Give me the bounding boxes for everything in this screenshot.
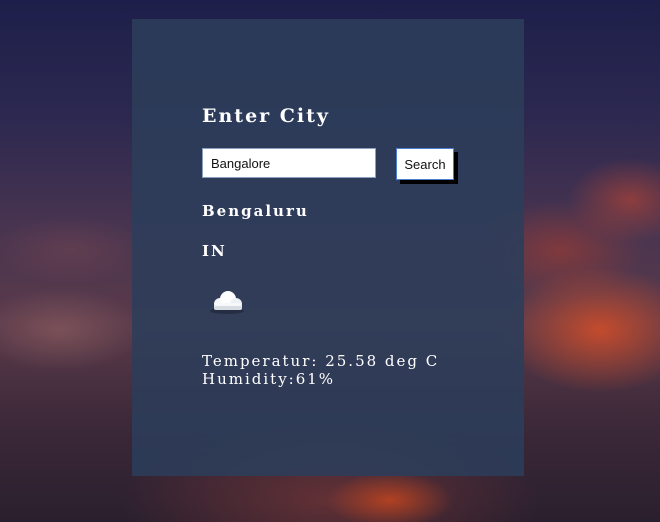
weather-panel: Enter City Search Bengaluru IN Temperatu… (132, 19, 524, 476)
humidity-text: Humidity:61% (202, 370, 336, 388)
weather-stats: Temperatur: 25.58 deg C Humidity:61% (202, 352, 439, 388)
enter-city-heading: Enter City (202, 105, 330, 127)
temperature-text: Temperatur: 25.58 deg C (202, 352, 440, 370)
city-input[interactable] (202, 148, 376, 178)
search-button[interactable]: Search (396, 148, 454, 180)
city-name: Bengaluru (202, 202, 309, 220)
country-code: IN (202, 242, 227, 260)
cloud-icon (210, 291, 244, 314)
